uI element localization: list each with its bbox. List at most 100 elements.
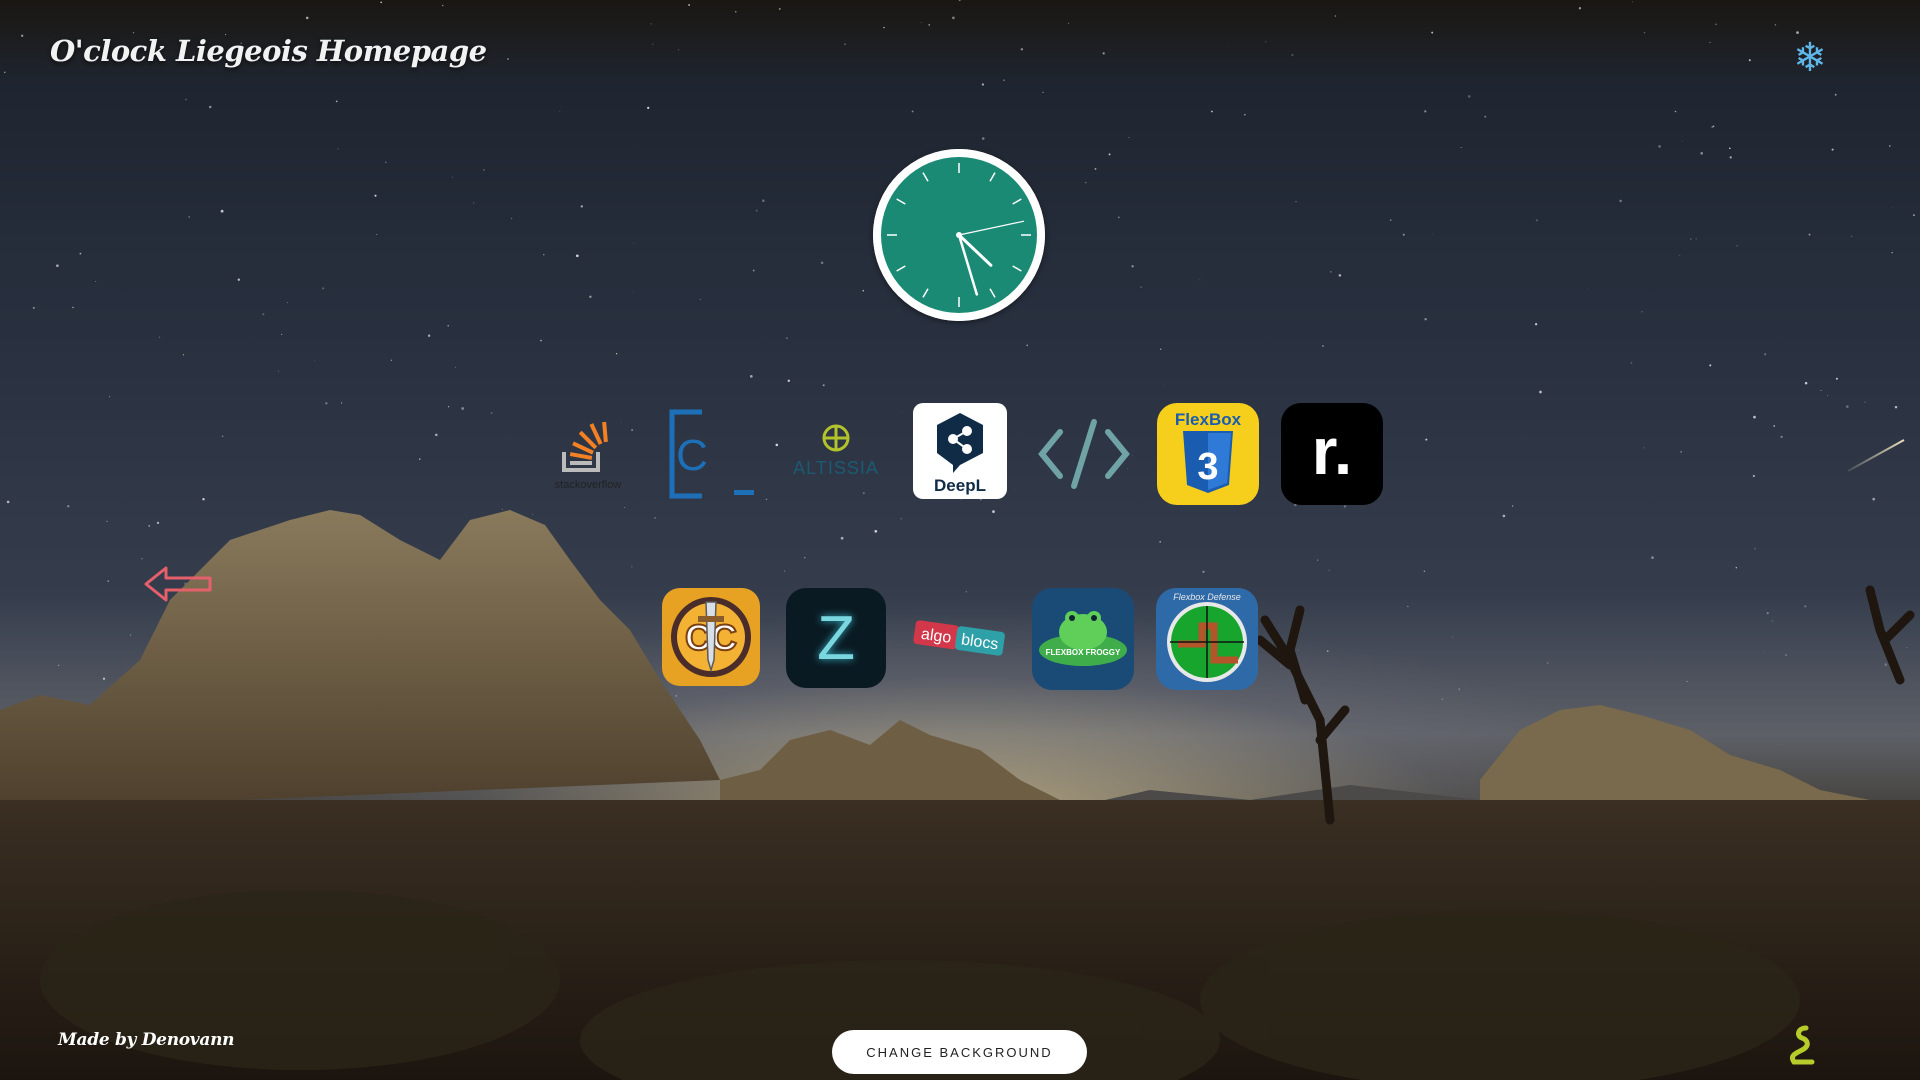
star — [647, 106, 650, 110]
star — [1695, 238, 1697, 240]
star — [1460, 147, 1462, 148]
star — [1892, 207, 1893, 208]
star — [1834, 93, 1837, 96]
star — [1736, 244, 1738, 247]
star — [1864, 401, 1866, 403]
star — [1084, 181, 1087, 184]
star — [1228, 44, 1229, 46]
link-algobloc[interactable]: algo blocs — [908, 588, 1010, 690]
star — [1630, 362, 1633, 364]
star — [1026, 344, 1028, 347]
link-code[interactable] — [1033, 403, 1135, 505]
star — [1140, 286, 1142, 288]
star — [419, 458, 421, 460]
star — [1334, 15, 1337, 17]
star — [911, 110, 914, 113]
link-flexbox-defense[interactable]: Flexbox Defense — [1156, 588, 1258, 690]
change-background-button[interactable]: CHANGE BACKGROUND — [832, 1030, 1087, 1074]
snowflake-icon[interactable]: ❄ — [1790, 36, 1830, 80]
link-stackoverflow[interactable]: stackoverflow — [537, 403, 639, 505]
link-codecombat[interactable]: CC — [662, 588, 760, 686]
star — [1020, 48, 1024, 51]
star — [1679, 254, 1681, 256]
star — [786, 337, 788, 339]
star — [447, 325, 449, 327]
star — [1748, 59, 1751, 62]
star — [820, 261, 824, 265]
star — [314, 360, 315, 362]
star — [427, 334, 431, 337]
star — [237, 278, 240, 281]
link-flexbox-froggy[interactable]: FLEXBOX FROGGY — [1032, 588, 1134, 690]
zone-label: Z — [817, 603, 855, 673]
star — [1820, 389, 1822, 391]
star — [1891, 251, 1893, 254]
star — [1619, 199, 1622, 203]
star — [981, 137, 985, 140]
link-zone[interactable]: Z — [786, 588, 886, 688]
star — [286, 302, 288, 304]
code-brackets-icon — [1038, 419, 1130, 489]
star — [1211, 110, 1213, 113]
replit-label: r. — [1311, 414, 1353, 488]
link-replit[interactable]: r. — [1281, 403, 1383, 505]
star — [633, 242, 635, 244]
page-title: O'clock Liegeois Homepage — [50, 34, 487, 68]
star — [1894, 405, 1898, 409]
link-deepl[interactable]: DeepL — [913, 403, 1007, 499]
link-cours[interactable]: C — [661, 403, 763, 505]
star — [1913, 214, 1915, 216]
star — [1888, 145, 1891, 147]
star — [1808, 233, 1811, 236]
stackoverflow-icon: stackoverflow — [555, 421, 621, 491]
star — [159, 336, 161, 338]
star — [1578, 7, 1582, 10]
star — [1796, 31, 1799, 34]
star — [1641, 311, 1643, 313]
star — [755, 209, 758, 212]
star — [1329, 271, 1332, 273]
desert-landscape-background — [0, 510, 1920, 1080]
star — [221, 435, 224, 438]
star — [32, 306, 35, 309]
star — [1539, 390, 1542, 394]
star — [72, 306, 74, 309]
star — [699, 298, 702, 301]
star — [454, 366, 456, 368]
star — [1753, 415, 1756, 419]
star — [1431, 31, 1434, 34]
star — [633, 291, 635, 293]
star — [735, 11, 737, 13]
star — [762, 199, 765, 202]
star — [510, 217, 513, 220]
clock-center — [956, 232, 962, 238]
star — [1658, 145, 1661, 148]
star — [928, 24, 930, 26]
star — [483, 169, 485, 171]
star — [1764, 353, 1767, 356]
star — [4, 71, 6, 74]
star — [1709, 41, 1711, 43]
star — [540, 339, 542, 342]
snake-icon[interactable] — [1784, 1024, 1820, 1066]
star — [447, 406, 450, 408]
link-altissia[interactable]: ALTISSIA — [785, 403, 887, 505]
links-row-2: CC Z algo blocs FLEXBOX FROGGY Flexbox D — [662, 588, 1280, 690]
star — [490, 412, 493, 414]
star — [79, 252, 82, 255]
star — [1632, 1, 1634, 3]
star — [1102, 52, 1105, 55]
deepl-logo-icon: DeepL — [934, 413, 986, 495]
star — [278, 370, 280, 372]
link-flexbox-css[interactable]: FlexBox 3 — [1157, 403, 1259, 505]
star — [95, 281, 97, 282]
star — [752, 269, 755, 272]
star — [441, 4, 444, 7]
star — [1674, 110, 1677, 113]
arrow-left-icon[interactable] — [142, 562, 214, 606]
star — [262, 313, 265, 316]
star — [452, 176, 453, 178]
star — [749, 375, 753, 378]
star — [1338, 274, 1342, 277]
star — [109, 396, 111, 398]
